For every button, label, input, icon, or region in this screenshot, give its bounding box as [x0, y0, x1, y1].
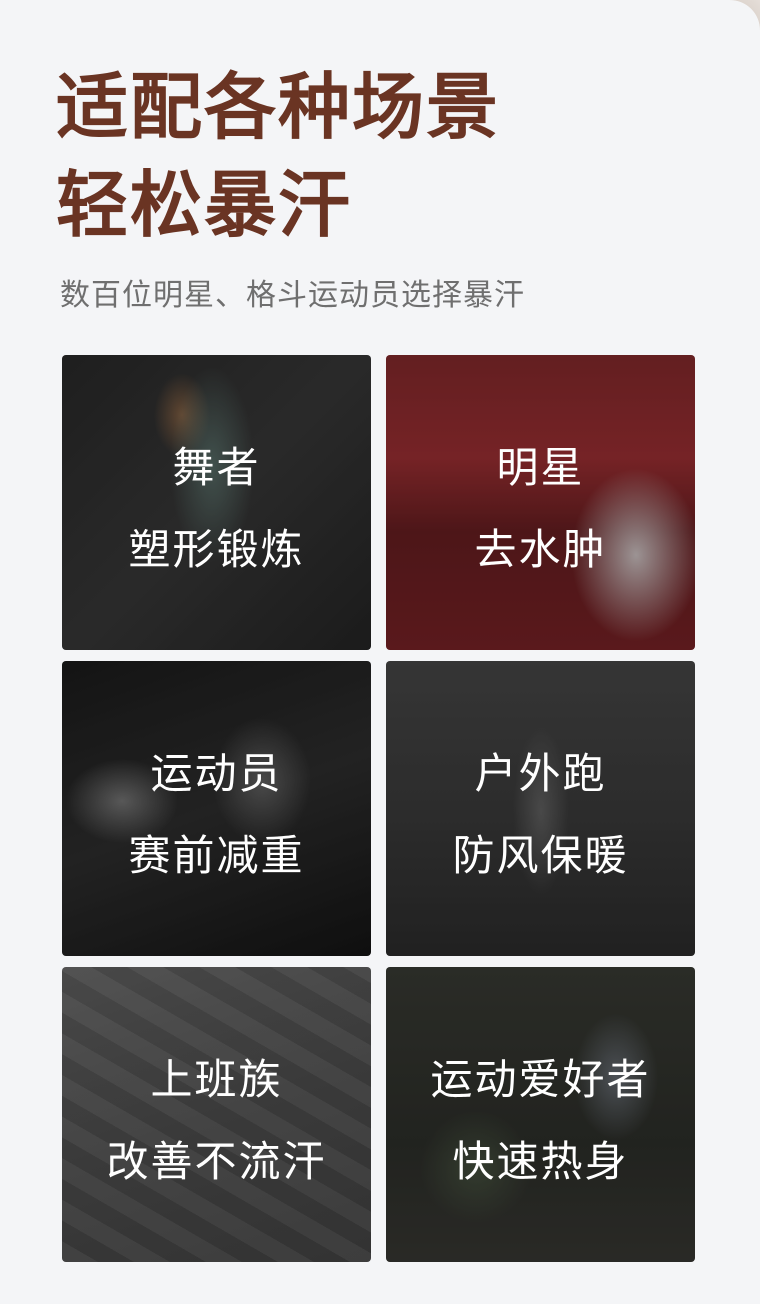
tile-caption: 户外跑 防风保暖	[386, 733, 695, 897]
tile-dancer[interactable]: 舞者 塑形锻炼	[62, 355, 371, 650]
tile-caption: 运动员 赛前减重	[62, 733, 371, 897]
tile-title: 上班族	[150, 1055, 283, 1104]
subtitle: 数百位明星、格斗运动员选择暴汗	[60, 278, 525, 313]
tile-office-worker[interactable]: 上班族 改善不流汗	[62, 967, 371, 1262]
tile-caption: 运动爱好者 快速热身	[386, 1039, 695, 1203]
tile-athlete[interactable]: 运动员 赛前减重	[62, 661, 371, 956]
tile-caption: 上班族 改善不流汗	[62, 1039, 371, 1203]
tile-subtitle: 改善不流汗	[106, 1137, 327, 1186]
tile-caption: 明星 去水肿	[386, 427, 695, 591]
headline: 适配各种场景 轻松暴汗	[56, 58, 500, 254]
corner-shade	[730, 0, 760, 30]
tile-subtitle: 快速热身	[452, 1137, 629, 1186]
tile-title: 运动爱好者	[430, 1055, 651, 1104]
tile-sports-enthusiast[interactable]: 运动爱好者 快速热身	[386, 967, 695, 1262]
tile-outdoor-run[interactable]: 户外跑 防风保暖	[386, 661, 695, 956]
tile-subtitle: 防风保暖	[452, 831, 629, 880]
tile-subtitle: 塑形锻炼	[128, 525, 305, 574]
headline-line-2: 轻松暴汗	[56, 163, 353, 247]
page: 适配各种场景 轻松暴汗 数百位明星、格斗运动员选择暴汗 舞者 塑形锻炼 明星 去…	[0, 0, 760, 1304]
tile-subtitle: 赛前减重	[128, 831, 305, 880]
tile-title: 明星	[496, 443, 585, 492]
tile-subtitle: 去水肿	[474, 525, 607, 574]
tile-title: 户外跑	[474, 749, 607, 798]
tile-title: 运动员	[150, 749, 283, 798]
tile-celebrity[interactable]: 明星 去水肿	[386, 355, 695, 650]
tile-title: 舞者	[172, 443, 261, 492]
headline-line-1: 适配各种场景	[56, 65, 501, 149]
tile-caption: 舞者 塑形锻炼	[62, 427, 371, 591]
